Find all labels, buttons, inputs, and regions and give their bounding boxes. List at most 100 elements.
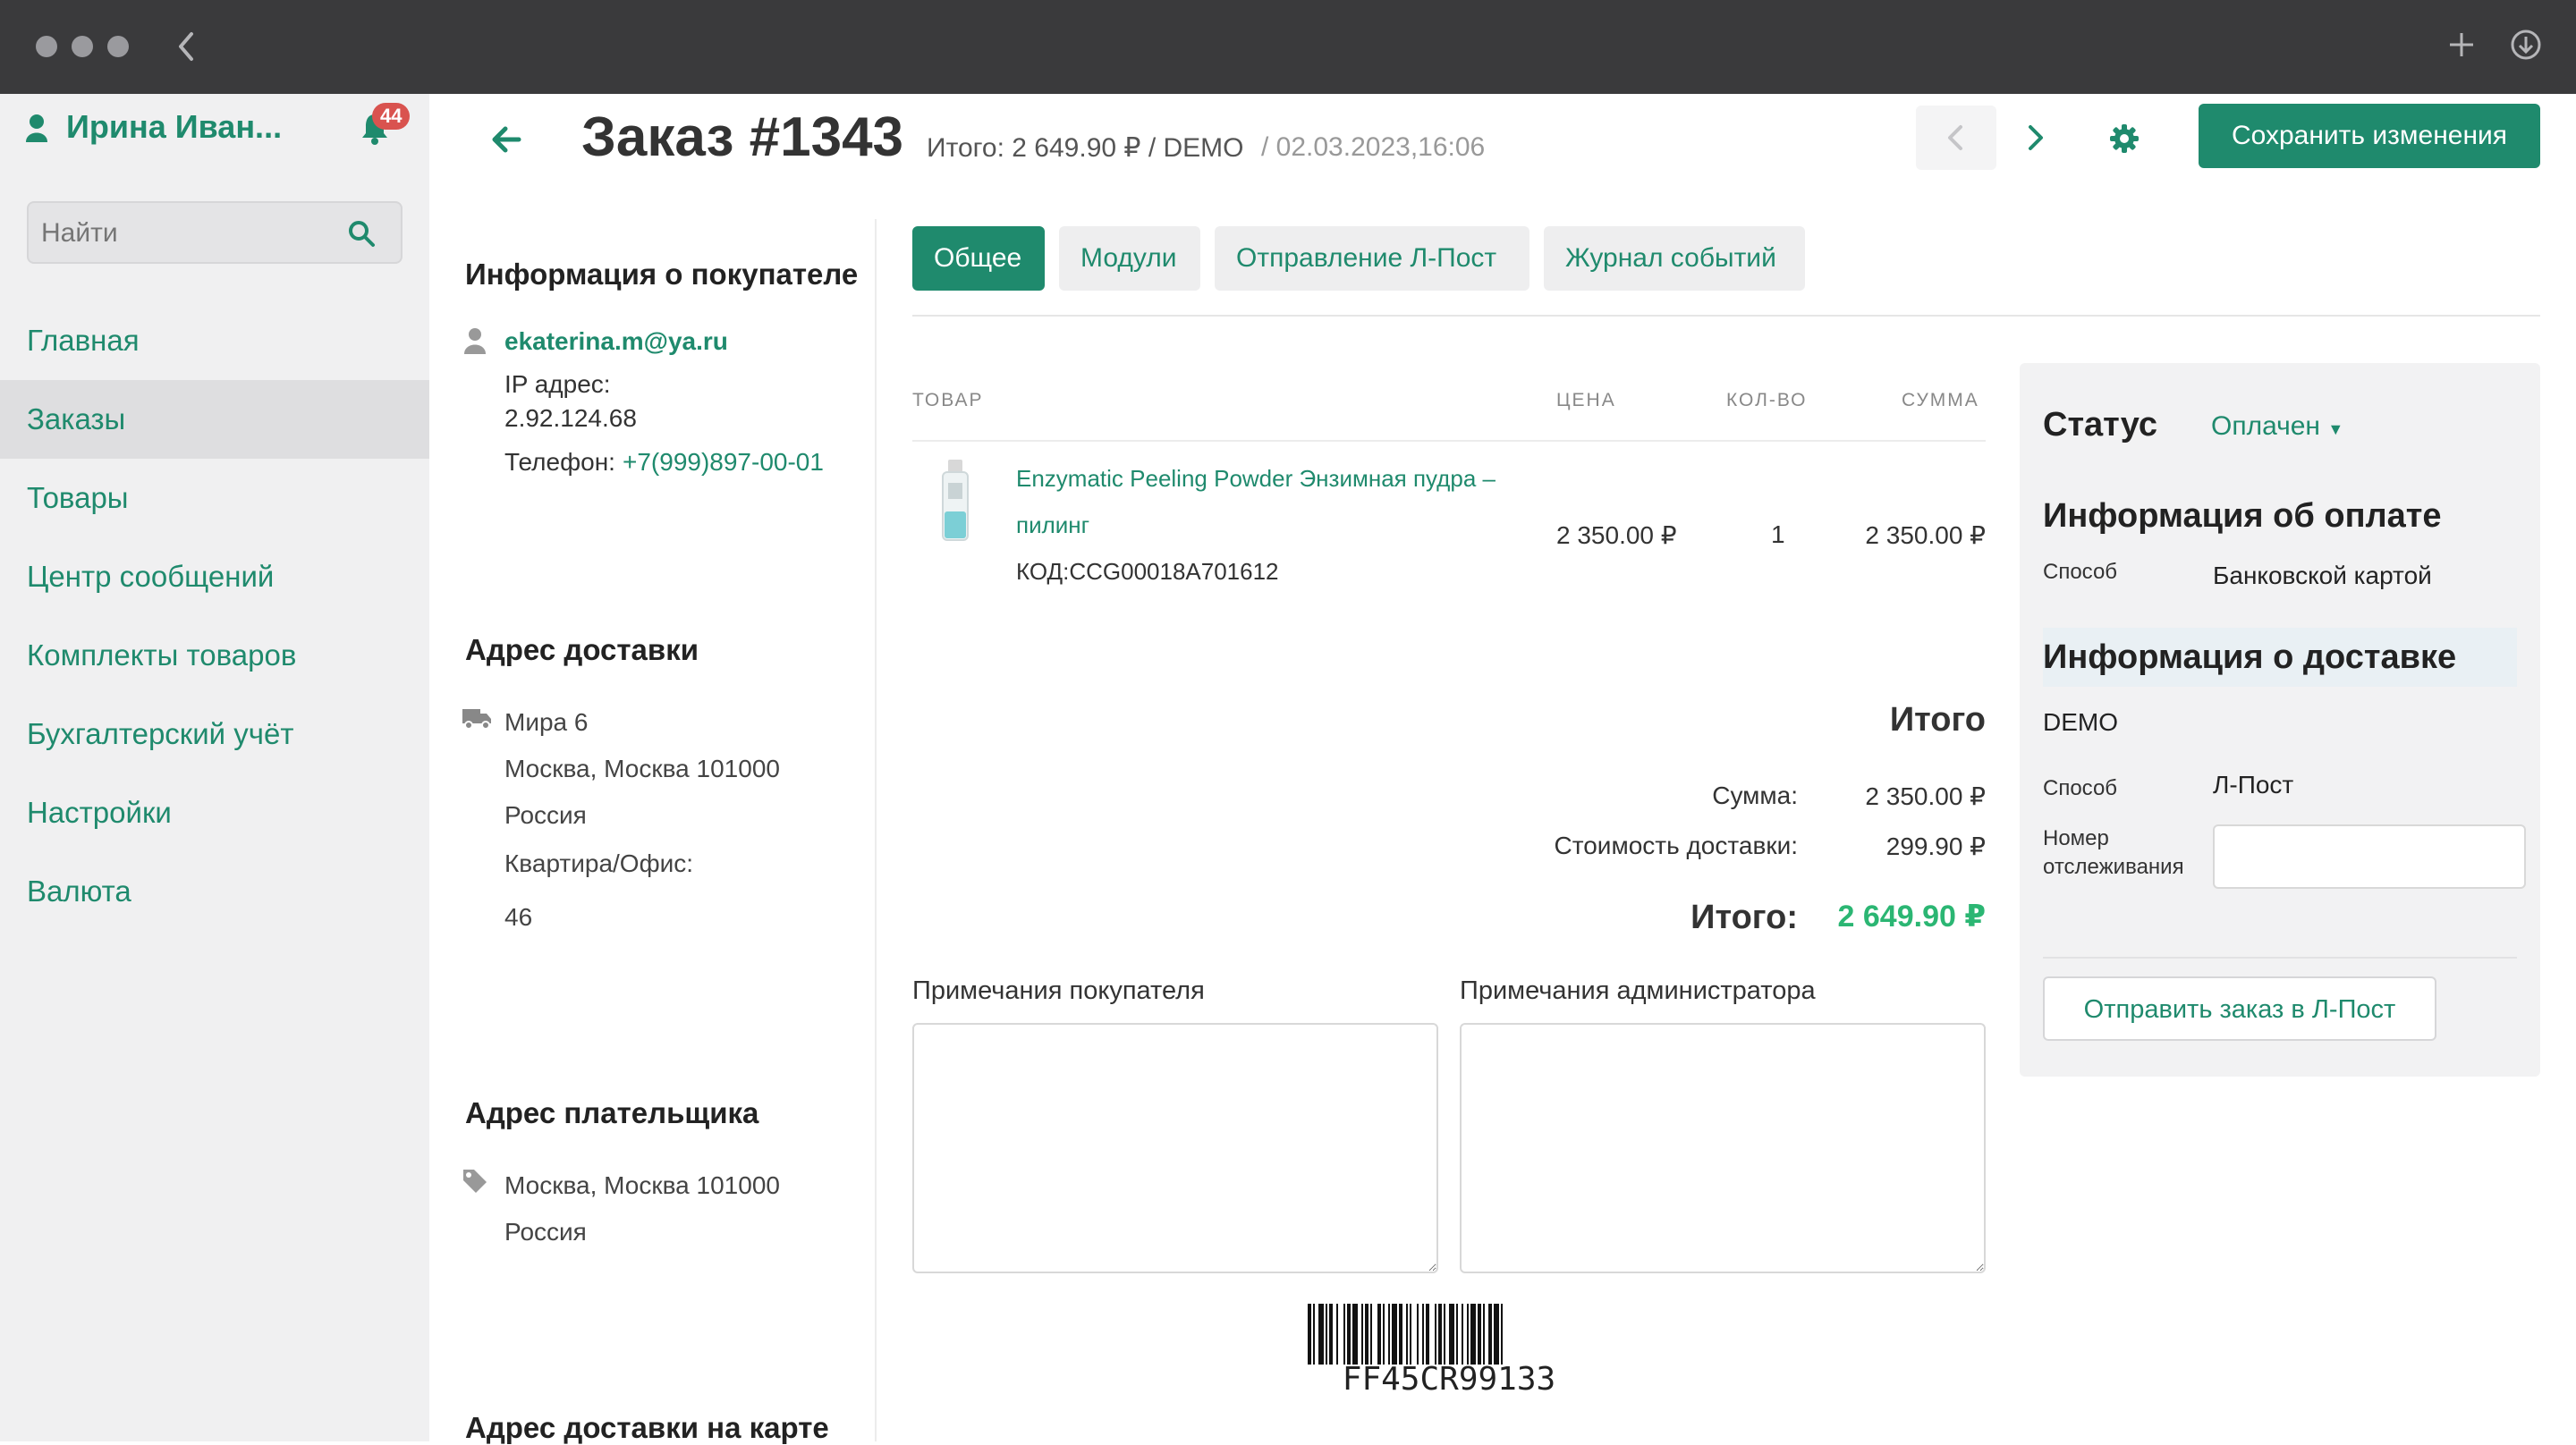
customer-notes-label: Примечания покупателя [912,976,1205,1005]
tracking-number-label-cont: отслеживания [2043,855,2184,879]
order-status-panel: Статус Оплачен ▼ Информация об оплате Сп… [2020,363,2540,1077]
nav-settings[interactable]: Настройки [0,773,429,852]
window-close-dot[interactable] [36,36,57,57]
sidebar: Ирина Иван... 44 Главная Заказы Товары Ц… [0,94,429,1441]
column-header-sum: СУММА [1902,390,1979,410]
nav-home[interactable]: Главная [0,301,429,380]
product-price: 2 350.00 ₽ [1556,521,1677,549]
column-divider [875,219,877,1441]
delivery-method-value: Л-Пост [2213,771,2294,799]
ip-value: 2.92.124.68 [504,404,637,432]
payer-address-heading: Адрес плательщика [465,1096,759,1129]
grand-total-value: 2 649.90 ₽ [1837,900,1986,934]
totals-heading: Итого [1889,701,1986,739]
truck-icon [462,709,491,730]
delivery-street: Мира 6 [504,708,589,736]
nav-currency[interactable]: Валюта [0,852,429,931]
user-icon [464,328,486,354]
nav-orders[interactable]: Заказы [0,380,429,459]
search-input[interactable] [39,212,347,255]
downloads-icon[interactable] [2510,29,2542,61]
tag-icon [463,1170,487,1193]
admin-notes-label: Примечания администратора [1460,976,1816,1005]
next-order-button[interactable] [1996,106,2077,170]
product-code: КОД:CCG00018A701612 [1016,558,1279,585]
sum-value: 2 350.00 ₽ [1865,782,1986,810]
delivery-country: Россия [504,801,587,829]
customer-email-link[interactable]: ekaterina.m@ya.ru [504,327,728,356]
status-dropdown[interactable]: Оплачен ▼ [2211,411,2343,442]
column-header-product: ТОВАР [912,390,984,410]
map-heading: Адрес доставки на карте [465,1411,829,1444]
product-name-link-cont[interactable]: пилинг [1016,511,1089,539]
nav-product-bundles[interactable]: Комплекты товаров [0,616,429,695]
gear-icon[interactable] [2109,123,2140,154]
column-header-qty: КОЛ-ВО [1726,390,1808,410]
payer-city: Москва, Москва 101000 [504,1171,780,1199]
tab-modules[interactable]: Модули [1059,226,1200,291]
notifications-badge: 44 [372,103,411,130]
product-qty: 1 [1771,520,1785,548]
status-value: Оплачен [2211,411,2320,441]
product-sum: 2 350.00 ₽ [1865,521,1986,549]
search-icon[interactable] [347,219,376,248]
nav-accounting[interactable]: Бухгалтерский учёт [0,695,429,773]
tab-event-log[interactable]: Журнал событий [1544,226,1805,291]
apartment-value: 46 [504,903,533,931]
user-icon [26,114,47,142]
window-zoom-dot[interactable] [107,36,129,57]
search-box[interactable] [27,201,402,264]
product-thumbnail[interactable] [937,460,973,542]
back-arrow-icon[interactable] [490,123,522,156]
chevron-right-icon [2029,125,2043,150]
column-header-price: ЦЕНА [1556,390,1616,410]
status-label: Статус [2043,406,2158,444]
shipping-cost-label: Стоимость доставки: [1554,832,1799,859]
phone-link[interactable]: +7(999)897-00-01 [623,448,824,477]
admin-notes-textarea[interactable] [1460,1023,1986,1273]
ip-label: IP адрес: [504,370,611,398]
tracking-number-label: Номер [2043,826,2109,850]
tabs-divider [912,315,2540,317]
phone-label: Телефон: [504,448,615,476]
delivery-city: Москва, Москва 101000 [504,755,780,782]
customer-info-heading: Информация о покупателе [465,258,859,291]
delivery-service-name: DEMO [2043,708,2118,736]
window-minimize-dot[interactable] [72,36,93,57]
shipping-cost-value: 299.90 ₽ [1885,832,1986,860]
chevron-left-icon [1948,125,1962,150]
browser-titlebar [0,0,2576,94]
barcode-text: FF45CR99133 [1342,1361,1556,1398]
new-tab-plus-icon[interactable] [2447,30,2476,59]
payment-info-heading: Информация об оплате [2043,497,2442,535]
product-name-link[interactable]: Enzymatic Peeling Powder Энзимная пудра … [1016,465,1496,493]
payment-method-label: Способ [2043,560,2118,584]
customer-notes-textarea[interactable] [912,1023,1438,1273]
tab-general[interactable]: Общее [912,226,1045,291]
browser-back-icon[interactable] [175,30,197,63]
apartment-label: Квартира/Офис: [504,849,694,877]
caret-down-icon: ▼ [2327,420,2344,438]
payment-method-value: Банковской картой [2213,562,2432,589]
save-button[interactable]: Сохранить изменения [2199,104,2540,168]
grand-total-label: Итого: [1690,899,1798,936]
tab-lpost-shipment[interactable]: Отправление Л-Пост [1215,226,1530,291]
nav-products[interactable]: Товары [0,459,429,537]
sum-label: Сумма: [1712,782,1798,809]
tracking-number-input[interactable] [2213,824,2526,889]
delivery-method-label: Способ [2043,776,2118,800]
page-title: Заказ #1343 [581,106,904,168]
order-date: / 02.03.2023,16:06 [1261,132,1486,162]
barcode-image [1308,1304,1503,1365]
table-row: Enzymatic Peeling Powder Энзимная пудра … [912,447,1986,608]
nav-message-center[interactable]: Центр сообщений [0,537,429,616]
payer-country: Россия [504,1218,587,1246]
send-to-lpost-button[interactable]: Отправить заказ в Л-Пост [2043,976,2436,1041]
prev-order-button[interactable] [1916,106,1996,170]
delivery-info-heading: Информация о доставке [2043,638,2457,676]
order-summary: Итого: 2 649.90 ₽ / DEMO [927,133,1244,163]
panel-divider [2043,957,2517,959]
table-header-divider [912,440,1986,442]
delivery-address-heading: Адрес доставки [465,633,699,666]
user-name[interactable]: Ирина Иван... [66,108,282,146]
